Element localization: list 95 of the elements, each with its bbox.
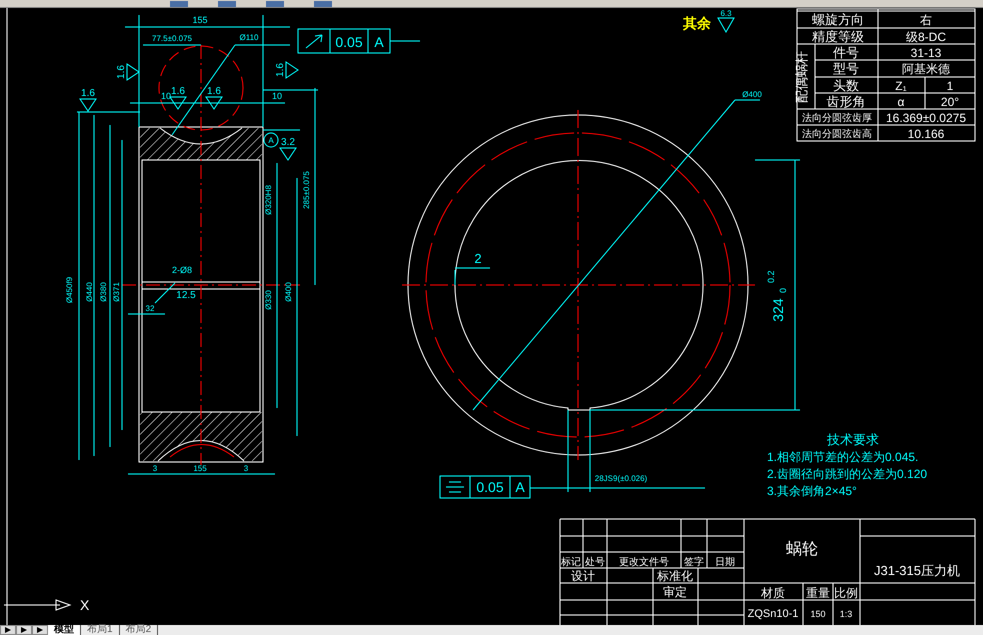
table-value: 1 — [946, 79, 954, 93]
dimension-text: 77.5±0.075 — [152, 34, 192, 43]
table-label: 设计 — [571, 569, 595, 583]
table-symbol: α — [898, 95, 904, 109]
roughness-value: 1.6 — [116, 65, 127, 79]
tolerance-upper-text: 0.2 — [766, 270, 776, 283]
roughness-value: 6.3 — [720, 9, 732, 18]
dimension-line — [154, 282, 176, 304]
project-name: J31-315压力机 — [874, 563, 960, 578]
dimension-text: Ø440 — [85, 282, 94, 302]
part-name: 蜗轮 — [786, 541, 818, 558]
dimension-text: Ø330 — [264, 290, 273, 310]
table-symbol: Z₁ — [895, 79, 907, 93]
axis-label: X — [80, 597, 90, 613]
roughness-value: 3.2 — [281, 137, 295, 148]
toolbar-button[interactable] — [170, 1, 188, 7]
table-value: 阿基米德 — [902, 62, 950, 76]
tab-scroll-button[interactable] — [32, 625, 48, 635]
dimension-text: 155 — [193, 464, 207, 473]
dimension-text: Ø380 — [99, 282, 108, 302]
table-label: 螺旋方向 — [812, 12, 864, 27]
dimension-text: 12.5 — [176, 290, 196, 301]
tolerance-value: 0.05 — [476, 479, 504, 495]
table-header: 标记 — [561, 557, 581, 568]
roughness-icon — [79, 98, 97, 112]
table-value: 31-13 — [910, 46, 942, 60]
symmetry-icon — [446, 482, 464, 492]
table-label: 精度等级 — [812, 29, 864, 44]
dimension-text: 10 — [272, 91, 282, 101]
requirements-title: 技术要求 — [827, 432, 879, 447]
toolbar-button[interactable] — [266, 1, 284, 7]
requirement-text: 3.其余倒角2×45° — [767, 484, 857, 498]
dimension-text: 3 — [244, 464, 248, 473]
roughness-icon — [169, 96, 187, 110]
table-label: 件号 — [833, 45, 859, 60]
dimension-text: 155 — [192, 15, 208, 25]
dimension-text: Ø371 — [112, 282, 121, 302]
dimension-text: 28JS9(±0.026) — [594, 474, 648, 483]
roughness-icon — [286, 61, 299, 79]
table-header: 比例 — [834, 586, 858, 600]
table-label: 法向分圆弦齿厚 — [802, 113, 872, 124]
toolbar-button[interactable] — [314, 1, 332, 7]
table-header: 日期 — [715, 557, 735, 568]
tolerance-lower-text: 0 — [778, 288, 788, 293]
table-label: 齿形角 — [826, 94, 866, 109]
datum-label: A — [268, 136, 274, 145]
roughness-icon — [205, 96, 223, 110]
dimension-text: Ø110 — [240, 33, 258, 42]
table-value: 右 — [920, 13, 932, 27]
datum-label: A — [374, 34, 384, 50]
tolerance-value: 0.05 — [335, 34, 363, 50]
table-value: ZQSn10-1 — [748, 608, 798, 620]
table-value: 10.166 — [908, 127, 944, 141]
dimension-text: 2-Ø8 — [172, 265, 192, 275]
tab-scroll-button[interactable] — [0, 625, 16, 635]
dimension-text: 32 — [146, 304, 154, 313]
table-header: 重量 — [806, 586, 830, 600]
table-value: 20° — [940, 95, 960, 109]
table-value: 1:3 — [840, 609, 852, 619]
roughness-value: 1.6 — [207, 86, 221, 97]
table-label: 标准化 — [657, 569, 693, 583]
table-label: 审定 — [663, 585, 687, 599]
table-header: 处号 — [585, 557, 605, 568]
table-label: 头数 — [833, 78, 859, 93]
toolbar-button[interactable] — [218, 1, 236, 7]
roughness-value: 1.6 — [171, 86, 185, 97]
tab-scroll-button[interactable] — [16, 625, 32, 635]
dimension-text: 285±0.075 — [302, 171, 311, 209]
roughness-icon — [279, 148, 297, 161]
dimension-text: 3 — [152, 464, 158, 473]
dimension-text: 10 — [161, 91, 171, 101]
table-label: 型号 — [833, 61, 859, 76]
dimension-text: 2 — [474, 251, 482, 266]
surface-note-label: 其余 — [683, 15, 711, 31]
dimension-text: Ø400 — [284, 282, 293, 302]
roughness-icon — [126, 63, 140, 81]
table-value: 150 — [810, 609, 826, 619]
dimension-text: Ø400 — [742, 90, 762, 99]
requirement-text: 1.相邻周节差的公差为0.045. — [767, 450, 918, 464]
roughness-icon — [717, 18, 735, 33]
dimension-text: Ø320H8 — [264, 185, 273, 215]
table-header: 更改文件号 — [619, 557, 669, 568]
requirement-text: 2.齿圈径向跳到的公差为0.120 — [767, 467, 928, 481]
table-header: 材质 — [761, 586, 785, 600]
table-header: 签字 — [684, 557, 704, 568]
runout-arrow-icon — [306, 34, 322, 48]
dimension-text: Ø450f9 — [65, 276, 74, 304]
table-value: 16.369±0.0275 — [886, 111, 966, 125]
roughness-value: 1.6 — [81, 88, 95, 99]
table-value: 级8-DC — [906, 30, 946, 44]
dimension-text: 324 — [770, 298, 786, 322]
datum-circle — [264, 132, 278, 148]
datum-label: A — [515, 479, 525, 495]
roughness-value: 1.6 — [275, 63, 286, 77]
table-label: 法向分圆弦齿高 — [802, 129, 872, 140]
